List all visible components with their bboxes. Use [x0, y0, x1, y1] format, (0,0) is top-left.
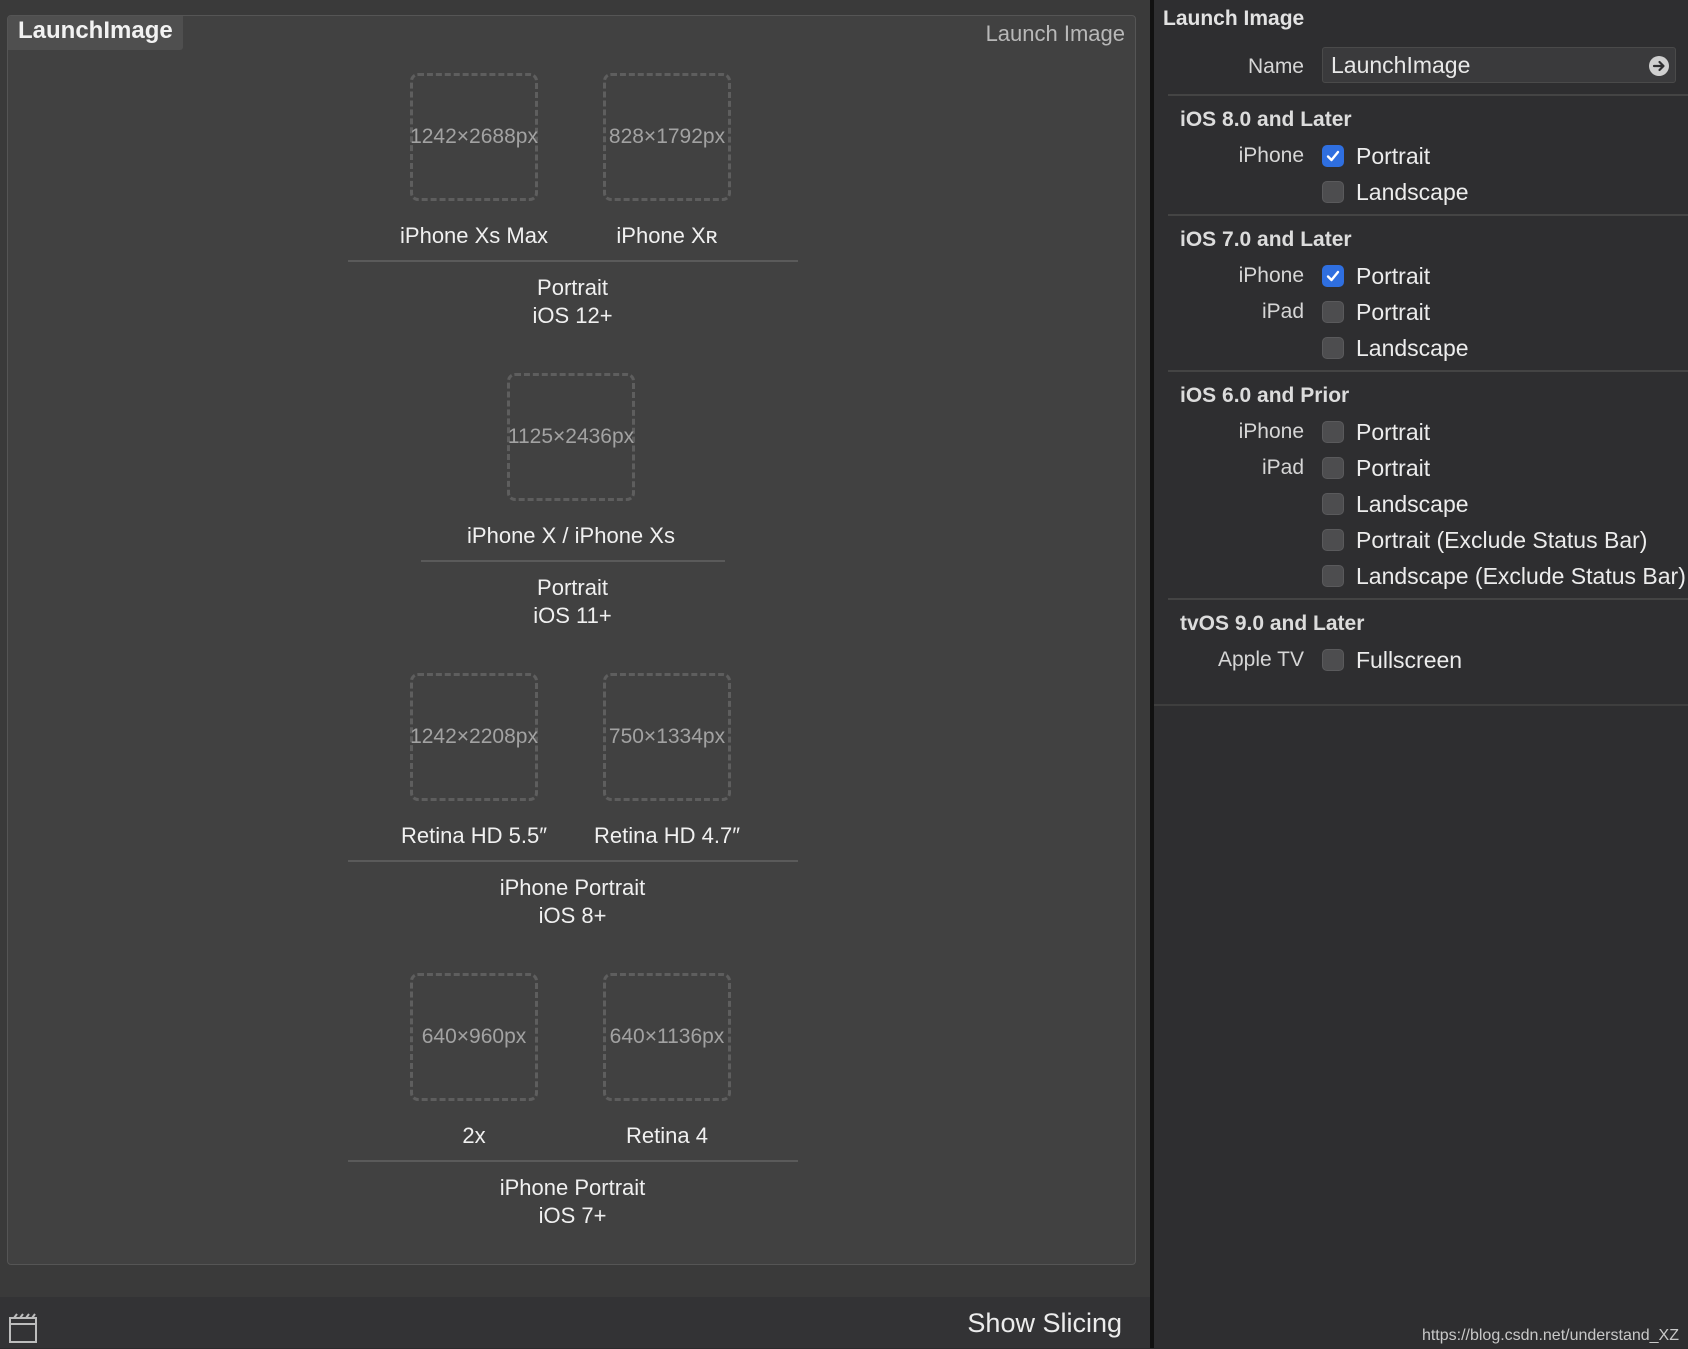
checkbox-icon[interactable] — [1322, 301, 1344, 323]
slot-label: Retina 4 — [626, 1123, 708, 1148]
section-divider — [1168, 214, 1688, 216]
checkbox-icon[interactable] — [1322, 421, 1344, 443]
checkbox-tvos9-apple-tv-fullscreen[interactable]: Fullscreen — [1322, 646, 1462, 674]
group-divider — [421, 560, 725, 562]
image-slot-iphone-x[interactable]: 1125×2436px — [507, 373, 635, 501]
name-field[interactable]: LaunchImage — [1322, 47, 1676, 83]
section-title-ios7: iOS 7.0 and Later — [1180, 228, 1352, 251]
group-divider — [348, 860, 798, 862]
image-slot-iphone-xr[interactable]: 828×1792px — [603, 73, 731, 201]
name-label: Name — [1247, 55, 1304, 78]
device-label: iPad — [1261, 456, 1304, 479]
checkbox-icon[interactable] — [1322, 457, 1344, 479]
section-title-tvos9: tvOS 9.0 and Later — [1180, 612, 1365, 635]
arrow-right-circle-icon[interactable] — [1649, 56, 1669, 76]
checkbox-icon[interactable] — [1322, 529, 1344, 551]
group-caption-line: iPhone Portrait — [499, 1175, 646, 1200]
checkbox-ios7-ipad-portrait[interactable]: Portrait — [1322, 298, 1430, 326]
checkbox-ios6-iphone-portrait[interactable]: Portrait — [1322, 418, 1430, 446]
checkbox-label: Portrait — [1356, 298, 1431, 325]
section-divider — [1168, 94, 1688, 96]
editor-bottom-bar: Show Slicing — [0, 1297, 1150, 1348]
group-caption-line: iPhone Portrait — [499, 875, 646, 900]
attributes-inspector: Launch Image Name LaunchImage iOS 8.0 an… — [1154, 0, 1688, 1348]
slicing-toggle-icon[interactable] — [8, 1312, 40, 1344]
checkbox-label: Portrait (Exclude Status Bar) — [1356, 526, 1648, 553]
checkbox-label: Landscape — [1356, 490, 1469, 517]
group-divider — [348, 260, 798, 262]
image-slot-2x[interactable]: 640×960px — [410, 973, 538, 1101]
group-caption-line: iOS 11+ — [533, 603, 612, 628]
group-caption-line: Portrait — [537, 275, 608, 300]
group-caption: Portrait iOS 11+ — [8, 574, 1137, 630]
checkbox-label: Landscape (Exclude Status Bar) — [1356, 562, 1686, 589]
group-caption-line: iOS 12+ — [532, 303, 613, 328]
checkbox-label: Portrait — [1356, 262, 1431, 289]
group-caption: iPhone Portrait iOS 7+ — [8, 1174, 1137, 1230]
device-label: iPhone — [1238, 144, 1304, 167]
checkbox-ios7-iphone-portrait[interactable]: Portrait — [1322, 262, 1430, 290]
device-label: iPad — [1261, 300, 1304, 323]
checkbox-ios6-ipad-landscape[interactable]: Landscape — [1322, 490, 1469, 518]
group-caption-line: Portrait — [537, 575, 608, 600]
slot-label: iPhone Xʀ — [616, 223, 718, 248]
set-type-label: Launch Image — [985, 21, 1125, 46]
set-name-tab[interactable]: LaunchImage — [8, 16, 183, 50]
launch-image-set[interactable]: LaunchImage Launch Image 1242×2688px iPh… — [7, 15, 1136, 1265]
section-divider — [1168, 370, 1688, 372]
checkbox-label: Landscape — [1356, 334, 1469, 361]
watermark-url: https://blog.csdn.net/understand_XZ — [1421, 1327, 1679, 1344]
checkbox-ios8-iphone-landscape[interactable]: Landscape — [1322, 178, 1469, 206]
checkbox-label: Portrait — [1356, 142, 1431, 169]
checkbox-ios7-ipad-landscape[interactable]: Landscape — [1322, 334, 1469, 362]
section-title-ios8: iOS 8.0 and Later — [1180, 108, 1352, 131]
checkbox-ios8-iphone-portrait[interactable]: Portrait — [1322, 142, 1430, 170]
section-divider — [1154, 704, 1688, 706]
image-slot-retina-hd-5-5[interactable]: 1242×2208px — [410, 673, 538, 801]
checkbox-icon[interactable] — [1322, 649, 1344, 671]
name-field-value: LaunchImage — [1331, 52, 1471, 78]
image-slot-iphone-xs-max[interactable]: 1242×2688px — [410, 73, 538, 201]
section-title-ios6: iOS 6.0 and Prior — [1180, 384, 1350, 407]
section-divider — [1168, 598, 1688, 600]
checkbox-label: Landscape — [1356, 178, 1469, 205]
group-caption: iPhone Portrait iOS 8+ — [8, 874, 1137, 930]
image-slot-retina-hd-4-7[interactable]: 750×1334px — [603, 673, 731, 801]
checkbox-icon[interactable] — [1322, 493, 1344, 515]
image-slot-retina-4[interactable]: 640×1136px — [603, 973, 731, 1101]
checkbox-ios6-ipad-portrait[interactable]: Portrait — [1322, 454, 1430, 482]
checkbox-ios6-ipad-portrait-exclude-status-bar[interactable]: Portrait (Exclude Status Bar) — [1322, 526, 1647, 554]
group-divider — [348, 1160, 798, 1162]
show-slicing-button[interactable]: Show Slicing — [967, 1305, 1122, 1341]
checkbox-icon[interactable] — [1322, 181, 1344, 203]
group-caption-line: iOS 7+ — [538, 1203, 607, 1228]
device-label: Apple TV — [1218, 648, 1304, 671]
asset-editor: LaunchImage Launch Image 1242×2688px iPh… — [0, 0, 1150, 1348]
device-label: iPhone — [1238, 264, 1304, 287]
checkbox-label: Portrait — [1356, 418, 1431, 445]
checkbox-label: Fullscreen — [1356, 646, 1463, 673]
inspector-title: Launch Image — [1163, 7, 1305, 30]
checkbox-icon[interactable] — [1322, 565, 1344, 587]
checkbox-ios6-ipad-landscape-exclude-status-bar[interactable]: Landscape (Exclude Status Bar) — [1322, 562, 1686, 590]
slot-label: iPhone X / iPhone Xs — [467, 523, 675, 548]
slot-label: Retina HD 4.7″ — [594, 823, 740, 848]
device-label: iPhone — [1238, 420, 1304, 443]
checkbox-icon[interactable] — [1322, 265, 1344, 287]
checkbox-icon[interactable] — [1322, 145, 1344, 167]
group-caption-line: iOS 8+ — [538, 903, 607, 928]
checkbox-label: Portrait — [1356, 454, 1431, 481]
checkbox-icon[interactable] — [1322, 337, 1344, 359]
group-caption: Portrait iOS 12+ — [8, 274, 1137, 330]
